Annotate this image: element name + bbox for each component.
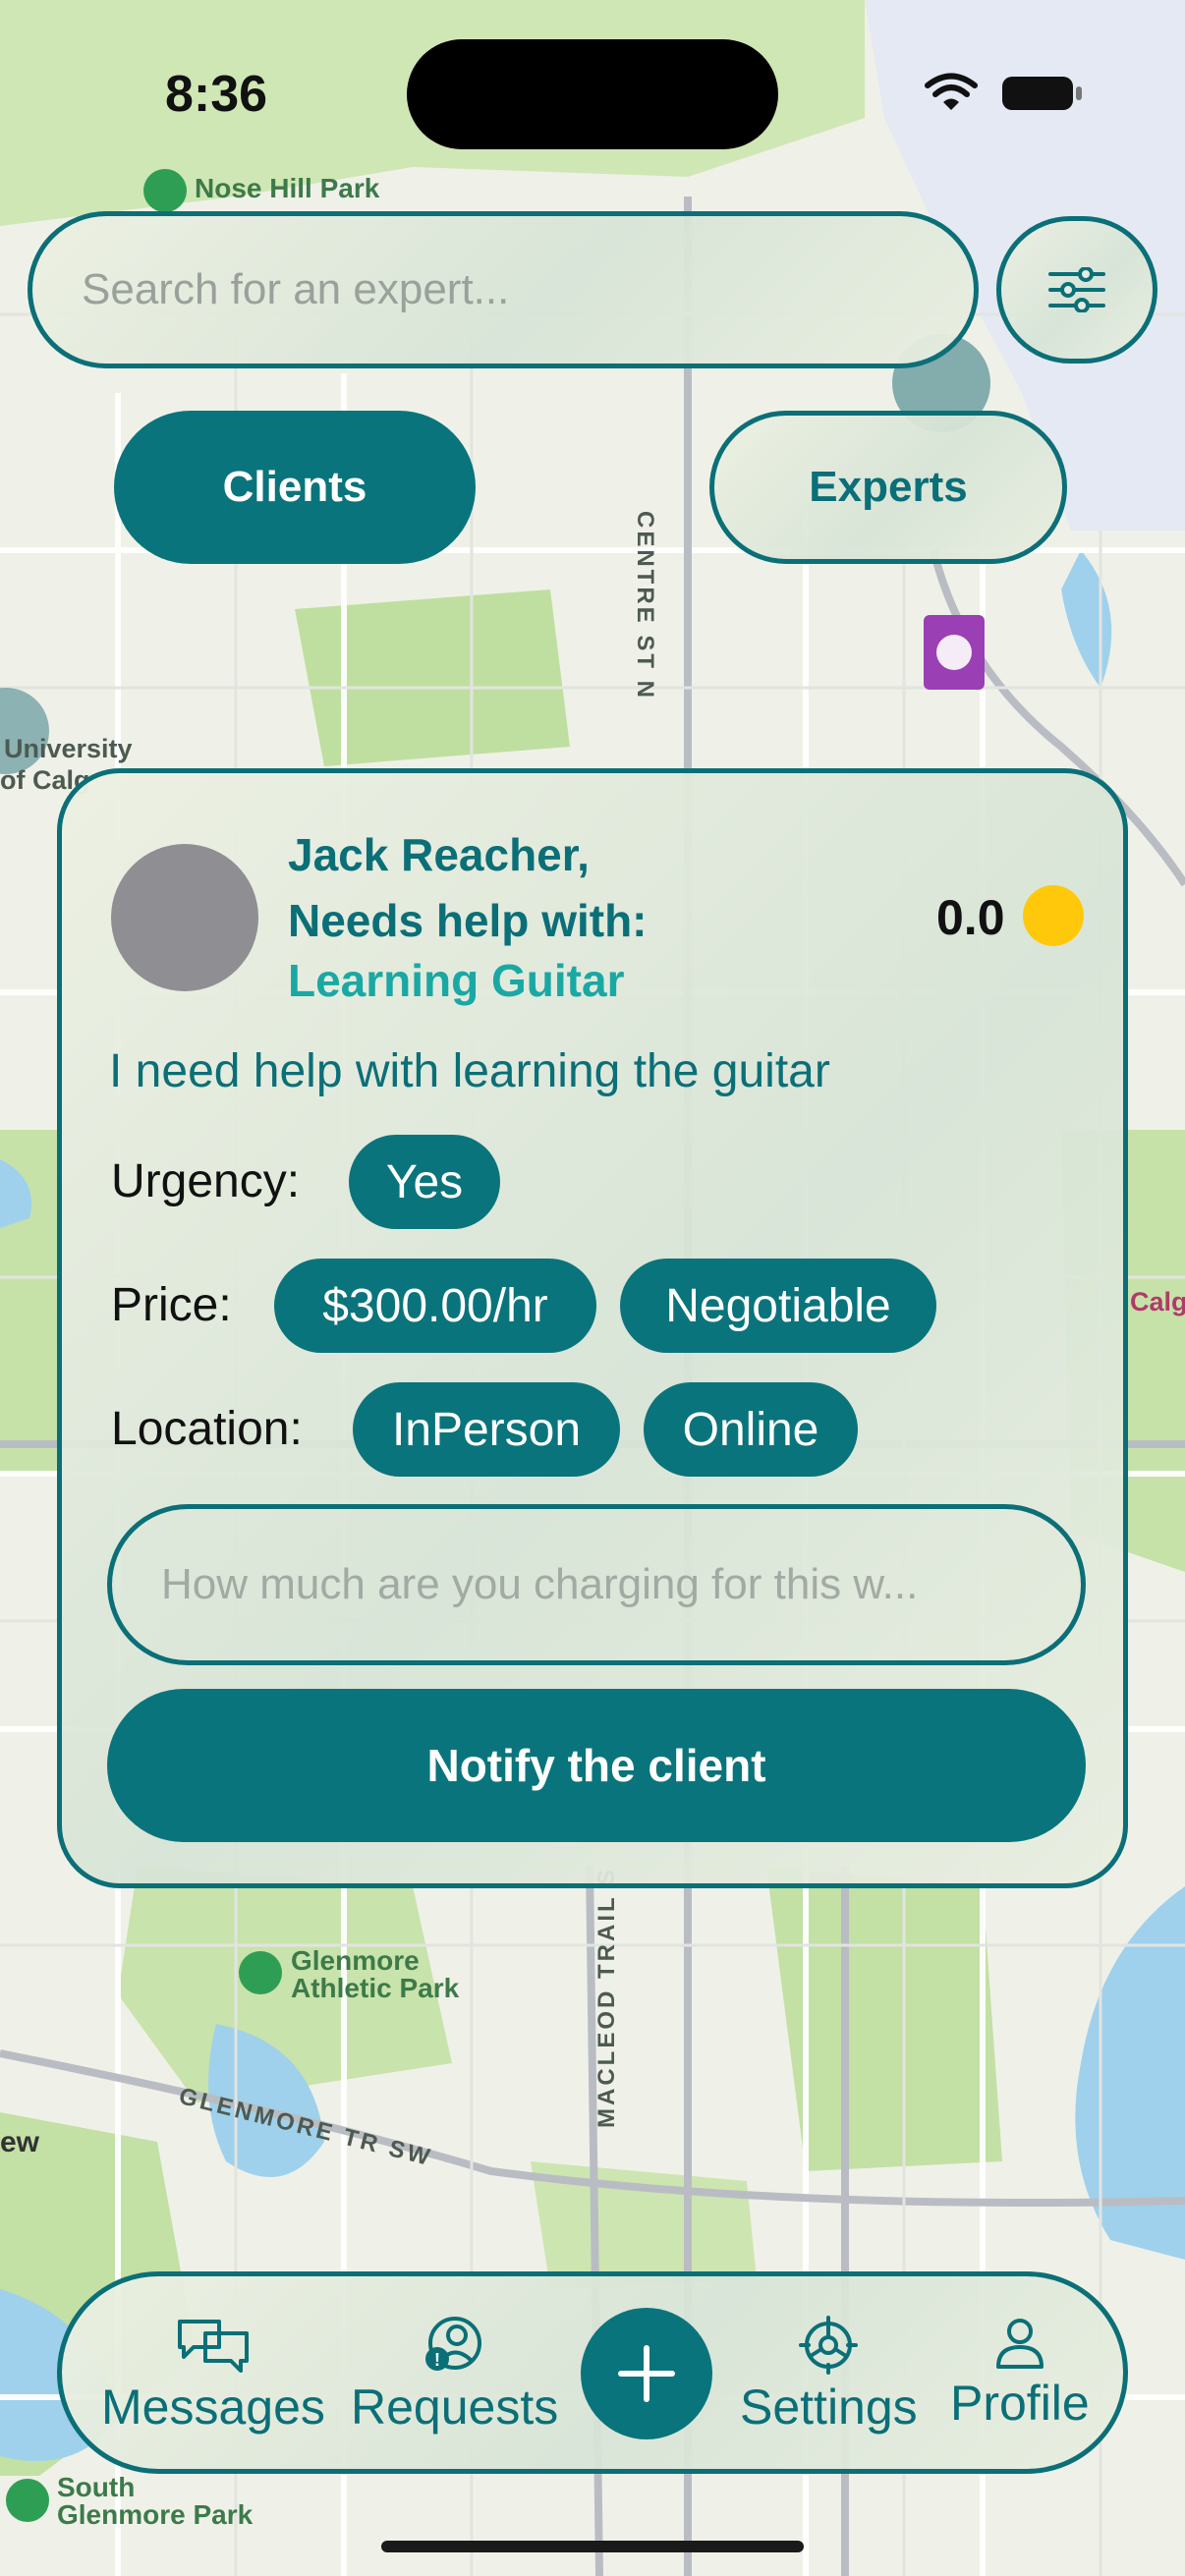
map-label-west: ew [0,2126,40,2158]
request-description: I need help with learning the guitar [109,1045,830,1097]
gear-icon [799,2316,859,2375]
location-label: Location: [111,1403,303,1455]
status-time: 8:36 [165,66,268,123]
map-label-south-glenmore-2: Glenmore Park [57,2499,254,2530]
tab-requests[interactable]: ! Requests [351,2316,558,2436]
negotiable-chip: Negotiable [620,1259,936,1353]
price-label: Price: [111,1279,232,1331]
tab-bar: Messages ! Requests Settings Profile [57,2271,1128,2474]
map-label-macleod-trail: MACLEOD TRAIL S [593,1867,620,2128]
rating-value: 0.0 [936,890,1005,945]
location-chip-inperson: InPerson [353,1382,620,1477]
coin-icon [1023,885,1084,946]
tab-messages[interactable]: Messages [101,2316,325,2436]
tab-settings[interactable]: Settings [740,2316,918,2436]
messages-icon [177,2320,249,2373]
filter-button[interactable] [996,216,1157,364]
profile-icon [995,2319,1044,2369]
add-button[interactable] [581,2308,712,2439]
request-topic: Learning Guitar [288,955,625,1006]
experts-toggle[interactable]: Experts [709,411,1067,564]
requests-icon: ! [424,2317,481,2371]
tab-profile[interactable]: Profile [950,2316,1090,2432]
map-label-glenmore-athletic-2: Athletic Park [291,1973,460,2003]
urgency-label: Urgency: [111,1155,301,1207]
price-chip: $300.00/hr [274,1259,596,1353]
map-label-centre-st: CENTRE ST N [632,511,658,701]
needs-help-label: Needs help with: [288,895,648,946]
client-name: Jack Reacher, [288,829,590,880]
tab-profile-label: Profile [950,2376,1090,2431]
map-label-university: University [4,734,133,763]
clients-toggle[interactable]: Clients [114,411,476,564]
tab-requests-label: Requests [351,2380,559,2435]
charge-placeholder: How much are you charging for this w... [161,1560,919,1608]
client-name-block: Jack Reacher, Needs help with: [288,822,647,954]
svg-text:!: ! [434,2350,440,2370]
sliders-icon [1048,267,1105,312]
location-chip-online: Online [644,1382,858,1477]
notify-client-button[interactable]: Notify the client [107,1689,1086,1842]
wifi-icon [925,73,978,110]
urgency-chip: Yes [349,1135,500,1229]
search-input[interactable]: Search for an expert... [28,211,979,368]
dynamic-island [407,39,778,149]
map-label-calgary: Calga [1130,1287,1185,1316]
charge-input[interactable]: How much are you charging for this w... [107,1504,1086,1665]
map-label-nose-hill-park: Nose Hill Park [195,173,380,203]
search-placeholder: Search for an expert... [82,265,510,313]
battery-icon [1002,77,1082,110]
plus-icon [618,2345,675,2402]
tab-settings-label: Settings [740,2380,918,2435]
avatar [111,844,258,991]
request-card: Jack Reacher, Needs help with: Learning … [57,768,1128,1888]
home-indicator [381,2541,804,2552]
tab-messages-label: Messages [101,2380,325,2435]
